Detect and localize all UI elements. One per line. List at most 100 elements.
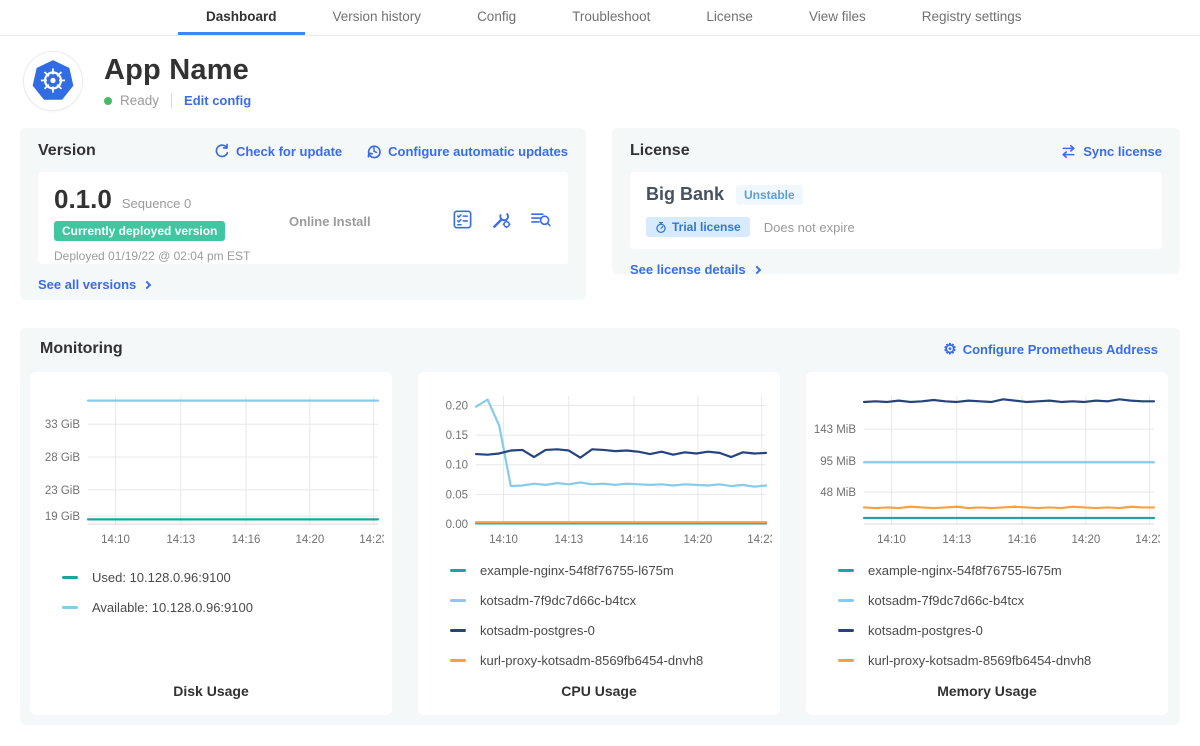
cpu-usage-chart: 0.00 0.05 0.10 0.15 0.20 14:10 14:13 14:16 14:20… [426,386,772,549]
svg-text:14:20: 14:20 [683,534,712,546]
configure-prometheus-button[interactable]: ⚙ Configure Prometheus Address [943,342,1158,357]
status-badge: Ready [120,93,159,108]
svg-text:48 MiB: 48 MiB [820,487,856,499]
memory-usage-legend: example-nginx-54f8f76755-l675m kotsadm-7f… [814,549,1160,683]
preflight-checklist-icon[interactable] [451,208,474,231]
chart-title: Disk Usage [38,683,384,699]
legend-item: Available: 10.128.0.96:9100 [62,600,384,615]
tab-config[interactable]: Config [449,0,544,35]
license-card: License Sync license Big Bank Unstable [612,128,1180,274]
svg-text:14:10: 14:10 [101,534,130,546]
legend-swatch [62,606,78,609]
legend-swatch [838,629,854,632]
legend-label: example-nginx-54f8f76755-l675m [480,563,674,578]
tab-troubleshoot[interactable]: Troubleshoot [544,0,678,35]
svg-text:14:23: 14:23 [747,534,772,546]
svg-text:0.15: 0.15 [446,430,468,442]
status-dot [104,97,112,105]
legend-label: kurl-proxy-kotsadm-8569fb6454-dnvh8 [868,653,1091,668]
svg-text:14:13: 14:13 [554,534,583,546]
kubernetes-icon [31,59,75,103]
svg-text:14:23: 14:23 [1135,534,1160,546]
page-title: App Name [104,54,251,87]
svg-text:143 MiB: 143 MiB [814,424,856,436]
see-all-versions-link[interactable]: See all versions [38,277,150,292]
chevron-right-icon [143,280,151,288]
legend-item: kurl-proxy-kotsadm-8569fb6454-dnvh8 [838,653,1160,668]
legend-label: kotsadm-7f9dc7d66c-b4tcx [868,593,1024,608]
see-all-versions-label: See all versions [38,277,136,292]
chart-title: Memory Usage [814,683,1160,699]
tab-view-files[interactable]: View files [781,0,894,35]
svg-text:14:23: 14:23 [359,534,384,546]
tab-version-history[interactable]: Version history [305,0,450,35]
legend-label: kotsadm-7f9dc7d66c-b4tcx [480,593,636,608]
tab-registry-settings[interactable]: Registry settings [894,0,1050,35]
chart-title: CPU Usage [426,683,772,699]
legend-item: kotsadm-7f9dc7d66c-b4tcx [838,593,1160,608]
view-logs-icon[interactable] [529,208,552,231]
swap-arrows-icon [1060,144,1077,159]
version-card: Version Check for update Configure au [20,128,586,300]
configure-automatic-updates-label: Configure automatic updates [388,144,568,159]
configure-automatic-updates-button[interactable]: Configure automatic updates [366,143,568,159]
legend-item: kurl-proxy-kotsadm-8569fb6454-dnvh8 [450,653,772,668]
legend-swatch [838,599,854,602]
legend-item: example-nginx-54f8f76755-l675m [838,563,1160,578]
legend-label: kurl-proxy-kotsadm-8569fb6454-dnvh8 [480,653,703,668]
legend-label: example-nginx-54f8f76755-l675m [868,563,1062,578]
edit-config-link[interactable]: Edit config [184,93,251,108]
license-details: Big Bank Unstable Trial license Does not… [630,172,1162,249]
svg-text:23 GiB: 23 GiB [45,485,80,497]
chevron-right-icon [752,265,760,273]
disk-usage-legend: Used: 10.128.0.96:9100 Available: 10.128.… [38,556,384,630]
svg-text:14:16: 14:16 [620,534,649,546]
stopwatch-icon [655,221,667,234]
svg-text:14:13: 14:13 [166,534,195,546]
legend-item: kotsadm-postgres-0 [838,623,1160,638]
scheduled-update-icon [366,143,382,159]
legend-swatch [450,599,466,602]
app-header: App Name Ready Edit config [0,36,1200,124]
svg-text:14:10: 14:10 [877,534,906,546]
see-license-details-link[interactable]: See license details [630,262,760,277]
legend-label: kotsadm-postgres-0 [480,623,595,638]
legend-swatch [62,576,78,579]
legend-swatch [838,659,854,662]
configure-prometheus-label: Configure Prometheus Address [963,342,1158,357]
legend-item: kotsadm-7f9dc7d66c-b4tcx [450,593,772,608]
chart-panel: 0.00 0.05 0.10 0.15 0.20 14:10 14:13 14:16 14:20… [418,372,780,715]
legend-swatch [450,659,466,662]
svg-text:0.10: 0.10 [446,460,468,472]
license-expiration: Does not expire [764,220,855,235]
config-tools-icon[interactable] [490,208,513,231]
svg-text:95 MiB: 95 MiB [820,456,856,468]
svg-text:14:16: 14:16 [232,534,261,546]
install-type-label: Online Install [289,214,451,229]
legend-label: kotsadm-postgres-0 [868,623,983,638]
svg-text:14:16: 14:16 [1008,534,1037,546]
svg-text:14:20: 14:20 [295,534,324,546]
disk-usage-chart: 19 GiB23 GiB28 GiB33 GiB14:1014:1314:161… [38,386,384,556]
svg-text:28 GiB: 28 GiB [45,452,80,464]
gear-icon: ⚙ [943,342,956,357]
legend-swatch [838,569,854,572]
svg-text:0.20: 0.20 [446,400,468,412]
legend-label: Used: 10.128.0.96:9100 [92,570,231,585]
legend-item: example-nginx-54f8f76755-l675m [450,563,772,578]
svg-text:14:13: 14:13 [942,534,971,546]
svg-text:0.05: 0.05 [446,489,468,501]
legend-item: Used: 10.128.0.96:9100 [62,570,384,585]
deployed-version-badge: Currently deployed version [54,221,225,241]
trial-license-label: Trial license [672,220,741,234]
svg-text:0.00: 0.00 [446,519,468,531]
tab-dashboard[interactable]: Dashboard [178,0,305,35]
check-for-update-button[interactable]: Check for update [214,143,342,159]
sequence-label: Sequence 0 [122,196,191,211]
legend-swatch [450,569,466,572]
app-logo [24,52,82,110]
sync-license-button[interactable]: Sync license [1060,144,1162,159]
see-license-details-label: See license details [630,262,746,277]
tab-license[interactable]: License [678,0,781,35]
svg-text:14:10: 14:10 [489,534,518,546]
